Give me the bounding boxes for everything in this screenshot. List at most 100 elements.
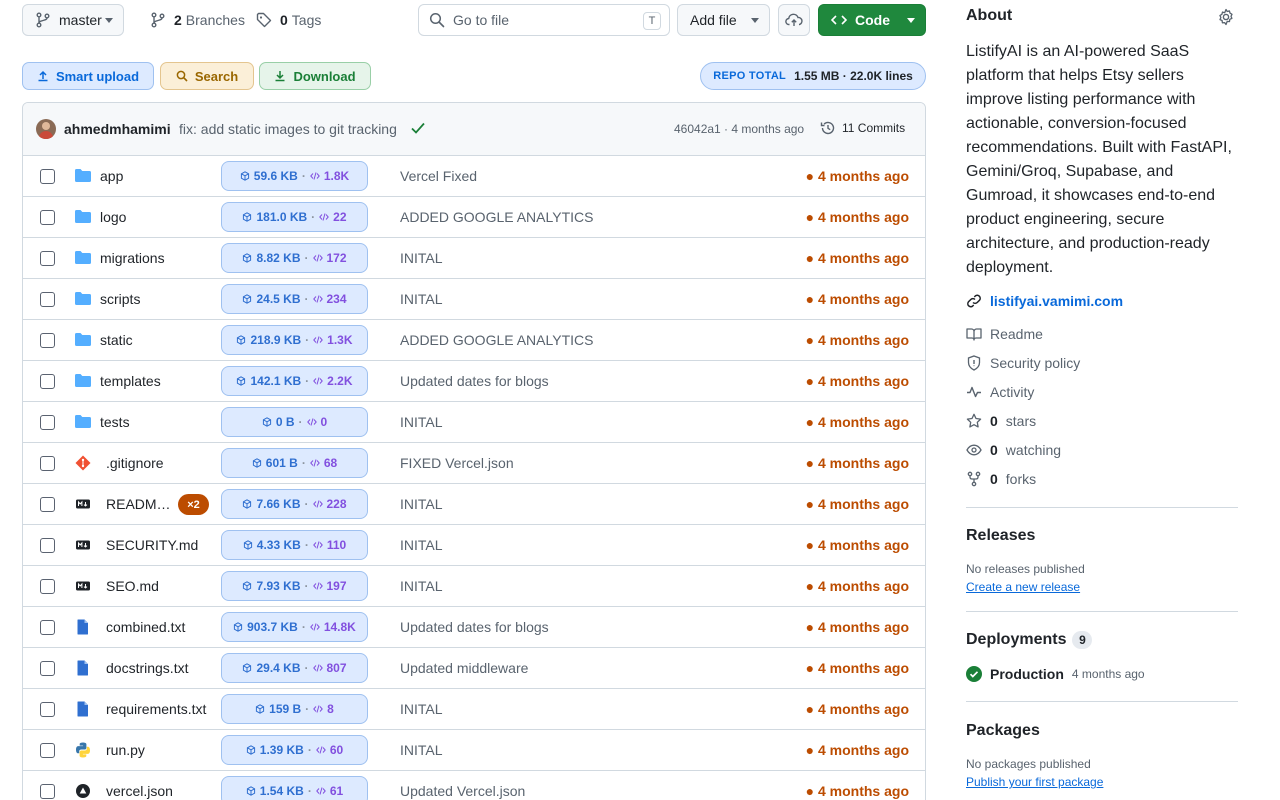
file-name[interactable]: migrations	[100, 250, 165, 266]
file-name[interactable]: logo	[100, 209, 126, 225]
commit-message[interactable]: fix: add static images to git tracking	[179, 121, 397, 137]
commit-message[interactable]: Updated dates for blogs	[400, 373, 549, 389]
commit-hash-time[interactable]: 46042a1 · 4 months ago	[674, 122, 804, 136]
table-row[interactable]: SEO.md 7.93 KB · 197 INITAL ● 4 months ago	[23, 566, 925, 607]
security-policy-link[interactable]: Security policy	[966, 355, 1080, 371]
commit-message[interactable]: INITAL	[400, 578, 443, 594]
row-checkbox[interactable]	[40, 743, 55, 758]
row-checkbox[interactable]	[40, 620, 55, 635]
commit-author[interactable]: ahmedmhamimi	[64, 121, 171, 137]
commit-message[interactable]: INITAL	[400, 537, 443, 553]
file-name[interactable]: combined.txt	[106, 619, 185, 635]
stars-link[interactable]: 0 stars	[966, 413, 1036, 429]
commit-message[interactable]: ADDED GOOGLE ANALYTICS	[400, 332, 593, 348]
commit-message[interactable]: Vercel Fixed	[400, 168, 477, 184]
file-name[interactable]: SEO.md	[106, 578, 159, 594]
website-link[interactable]: listifyai.vamimi.com	[966, 293, 1123, 309]
packages-title[interactable]: Packages	[966, 722, 1040, 740]
download-button[interactable]: Download	[259, 62, 371, 90]
commit-age[interactable]: ● 4 months ago	[806, 168, 909, 184]
commit-age[interactable]: ● 4 months ago	[806, 209, 909, 225]
row-checkbox[interactable]	[40, 333, 55, 348]
table-row[interactable]: requirements.txt 159 B · 8 INITAL ● 4 months …	[23, 689, 925, 730]
releases-title[interactable]: Releases	[966, 527, 1035, 545]
table-row[interactable]: vercel.json 1.54 KB · 61 Updated Vercel.json…	[23, 771, 925, 800]
commit-age[interactable]: ● 4 months ago	[806, 578, 909, 594]
table-row[interactable]: READM… ×2 7.66 KB · 228 INITAL ● 4 months ago	[23, 484, 925, 525]
row-checkbox[interactable]	[40, 374, 55, 389]
row-checkbox[interactable]	[40, 661, 55, 676]
table-row[interactable]: run.py 1.39 KB · 60 INITAL ● 4 months ago	[23, 730, 925, 771]
file-name[interactable]: .gitignore	[106, 455, 164, 471]
table-row[interactable]: logo 181.0 KB · 22 ADDED GOOGLE ANALYTICS ● 4…	[23, 197, 925, 238]
commit-message[interactable]: INITAL	[400, 250, 443, 266]
table-row[interactable]: tests 0 B · 0 INITAL ● 4 months ago	[23, 402, 925, 443]
table-row[interactable]: combined.txt 903.7 KB · 14.8K Updated dates …	[23, 607, 925, 648]
avatar[interactable]	[36, 119, 56, 139]
file-name[interactable]: tests	[100, 414, 130, 430]
file-name[interactable]: app	[100, 168, 123, 184]
commit-age[interactable]: ● 4 months ago	[806, 373, 909, 389]
forks-link[interactable]: 0 forks	[966, 471, 1036, 487]
gear-icon[interactable]	[1217, 8, 1235, 26]
publish-package-link[interactable]: Publish your first package	[966, 775, 1103, 789]
commit-age[interactable]: ● 4 months ago	[806, 742, 909, 758]
row-checkbox[interactable]	[40, 456, 55, 471]
code-button[interactable]: Code	[818, 4, 926, 36]
deployments-title[interactable]: Deployments	[966, 631, 1066, 649]
check-icon[interactable]	[411, 122, 425, 134]
file-name[interactable]: run.py	[106, 742, 145, 758]
table-row[interactable]: migrations 8.82 KB · 172 INITAL ● 4 months ag…	[23, 238, 925, 279]
commit-age[interactable]: ● 4 months ago	[806, 414, 909, 430]
branches-link[interactable]: 2 Branches	[150, 4, 245, 36]
file-name[interactable]: READM…	[106, 496, 171, 512]
commit-message[interactable]: FIXED Vercel.json	[400, 455, 514, 471]
commit-age[interactable]: ● 4 months ago	[806, 619, 909, 635]
commit-age[interactable]: ● 4 months ago	[806, 455, 909, 471]
row-checkbox[interactable]	[40, 784, 55, 799]
commit-message[interactable]: Updated dates for blogs	[400, 619, 549, 635]
table-row[interactable]: app 59.6 KB · 1.8K Vercel Fixed ● 4 months ag…	[23, 156, 925, 197]
commit-age[interactable]: ● 4 months ago	[806, 660, 909, 676]
commit-message[interactable]: INITAL	[400, 701, 443, 717]
commit-age[interactable]: ● 4 months ago	[806, 783, 909, 799]
commit-message[interactable]: INITAL	[400, 414, 443, 430]
activity-link[interactable]: Activity	[966, 384, 1034, 400]
file-name[interactable]: requirements.txt	[106, 701, 206, 717]
search-button[interactable]: Search	[160, 62, 254, 90]
commit-message[interactable]: Updated middleware	[400, 660, 528, 676]
commit-age[interactable]: ● 4 months ago	[806, 496, 909, 512]
row-checkbox[interactable]	[40, 702, 55, 717]
row-checkbox[interactable]	[40, 579, 55, 594]
table-row[interactable]: scripts 24.5 KB · 234 INITAL ● 4 months ago	[23, 279, 925, 320]
file-name[interactable]: SECURITY.md	[106, 537, 198, 553]
commit-message[interactable]: INITAL	[400, 496, 443, 512]
codespaces-button[interactable]	[778, 4, 810, 36]
table-row[interactable]: static 218.9 KB · 1.3K ADDED GOOGLE ANALYTIC…	[23, 320, 925, 361]
watching-link[interactable]: 0 watching	[966, 442, 1061, 458]
row-checkbox[interactable]	[40, 210, 55, 225]
row-checkbox[interactable]	[40, 251, 55, 266]
commit-message[interactable]: INITAL	[400, 291, 443, 307]
file-name[interactable]: templates	[100, 373, 161, 389]
smart-upload-button[interactable]: Smart upload	[22, 62, 154, 90]
commit-message[interactable]: Updated Vercel.json	[400, 783, 525, 799]
table-row[interactable]: docstrings.txt 29.4 KB · 807 Updated middlew…	[23, 648, 925, 689]
tags-link[interactable]: 0 Tags	[256, 4, 321, 36]
create-release-link[interactable]: Create a new release	[966, 580, 1080, 594]
file-name[interactable]: vercel.json	[106, 783, 173, 799]
row-checkbox[interactable]	[40, 497, 55, 512]
table-row[interactable]: .gitignore 601 B · 68 FIXED Vercel.json ● 4 m…	[23, 443, 925, 484]
commit-age[interactable]: ● 4 months ago	[806, 332, 909, 348]
branch-select-button[interactable]: master	[22, 4, 124, 36]
commit-age[interactable]: ● 4 months ago	[806, 250, 909, 266]
commit-age[interactable]: ● 4 months ago	[806, 537, 909, 553]
add-file-button[interactable]: Add file	[677, 4, 770, 36]
file-name[interactable]: static	[100, 332, 133, 348]
commit-message[interactable]: ADDED GOOGLE ANALYTICS	[400, 209, 593, 225]
row-checkbox[interactable]	[40, 538, 55, 553]
row-checkbox[interactable]	[40, 169, 55, 184]
readme-link[interactable]: Readme	[966, 326, 1043, 342]
table-row[interactable]: templates 142.1 KB · 2.2K Updated dates for …	[23, 361, 925, 402]
table-row[interactable]: SECURITY.md 4.33 KB · 110 INITAL ● 4 months a…	[23, 525, 925, 566]
